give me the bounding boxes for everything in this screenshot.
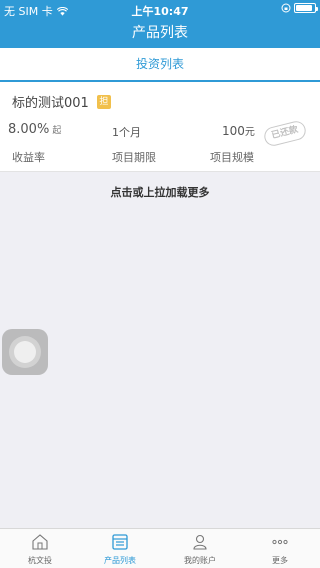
rate-number: 8.00% (8, 122, 50, 137)
product-title: 标的测试001 (12, 96, 89, 111)
tab-home-label: 杭文投 (28, 556, 52, 565)
scale-label: 项目规模 (210, 151, 254, 164)
repaid-stamp: 已还款 (262, 119, 308, 148)
assistive-ring-inner (14, 341, 36, 363)
term-value: 1个月 (112, 126, 141, 139)
tab-header: 投资列表 (0, 48, 320, 82)
rate-value: 8.00% 起 (8, 122, 61, 137)
tab-product-list-label: 产品列表 (104, 556, 136, 565)
tab-my-account-label: 我的账户 (184, 556, 216, 565)
user-icon (193, 534, 207, 550)
rotation-lock-icon (281, 3, 291, 13)
scale-unit: 元 (244, 127, 255, 138)
product-title-row: 标的测试001 担 (12, 92, 111, 111)
rate-label: 收益率 (12, 151, 45, 164)
scale-amount: 100 (222, 124, 245, 138)
rate-suffix: 起 (52, 126, 62, 136)
product-card[interactable]: 标的测试001 担 8.00% 起 1个月 100元 已还款 收益率 项目期限 项… (0, 82, 320, 172)
assistive-touch-button[interactable] (2, 329, 48, 375)
tab-product-list[interactable]: 产品列表 (80, 529, 160, 568)
status-time: 上午10:47 (131, 5, 189, 18)
bottom-tab-bar: 杭文投 产品列表 我的账户 更多 (0, 528, 320, 568)
nav-bar: 产品列表 (0, 20, 320, 48)
list-icon (112, 534, 128, 550)
tab-more[interactable]: 更多 (240, 529, 320, 568)
tab-my-account[interactable]: 我的账户 (160, 529, 240, 568)
page-title: 产品列表 (132, 25, 188, 41)
tab-home[interactable]: 杭文投 (0, 529, 80, 568)
scale-value: 100元 (222, 123, 255, 138)
battery-icon (294, 3, 318, 13)
status-right (281, 3, 318, 13)
status-bar: 无 SIM 卡 上午10:47 (0, 0, 320, 20)
tab-investment-list[interactable]: 投资列表 (0, 48, 320, 80)
more-icon (272, 539, 288, 545)
home-icon (32, 534, 48, 550)
load-more-button[interactable]: 点击或上拉加载更多 (0, 184, 320, 200)
battery-fill (296, 5, 312, 11)
tab-more-label: 更多 (272, 556, 288, 565)
guarantee-tag-icon: 担 (96, 94, 111, 109)
term-label: 项目期限 (112, 151, 156, 164)
